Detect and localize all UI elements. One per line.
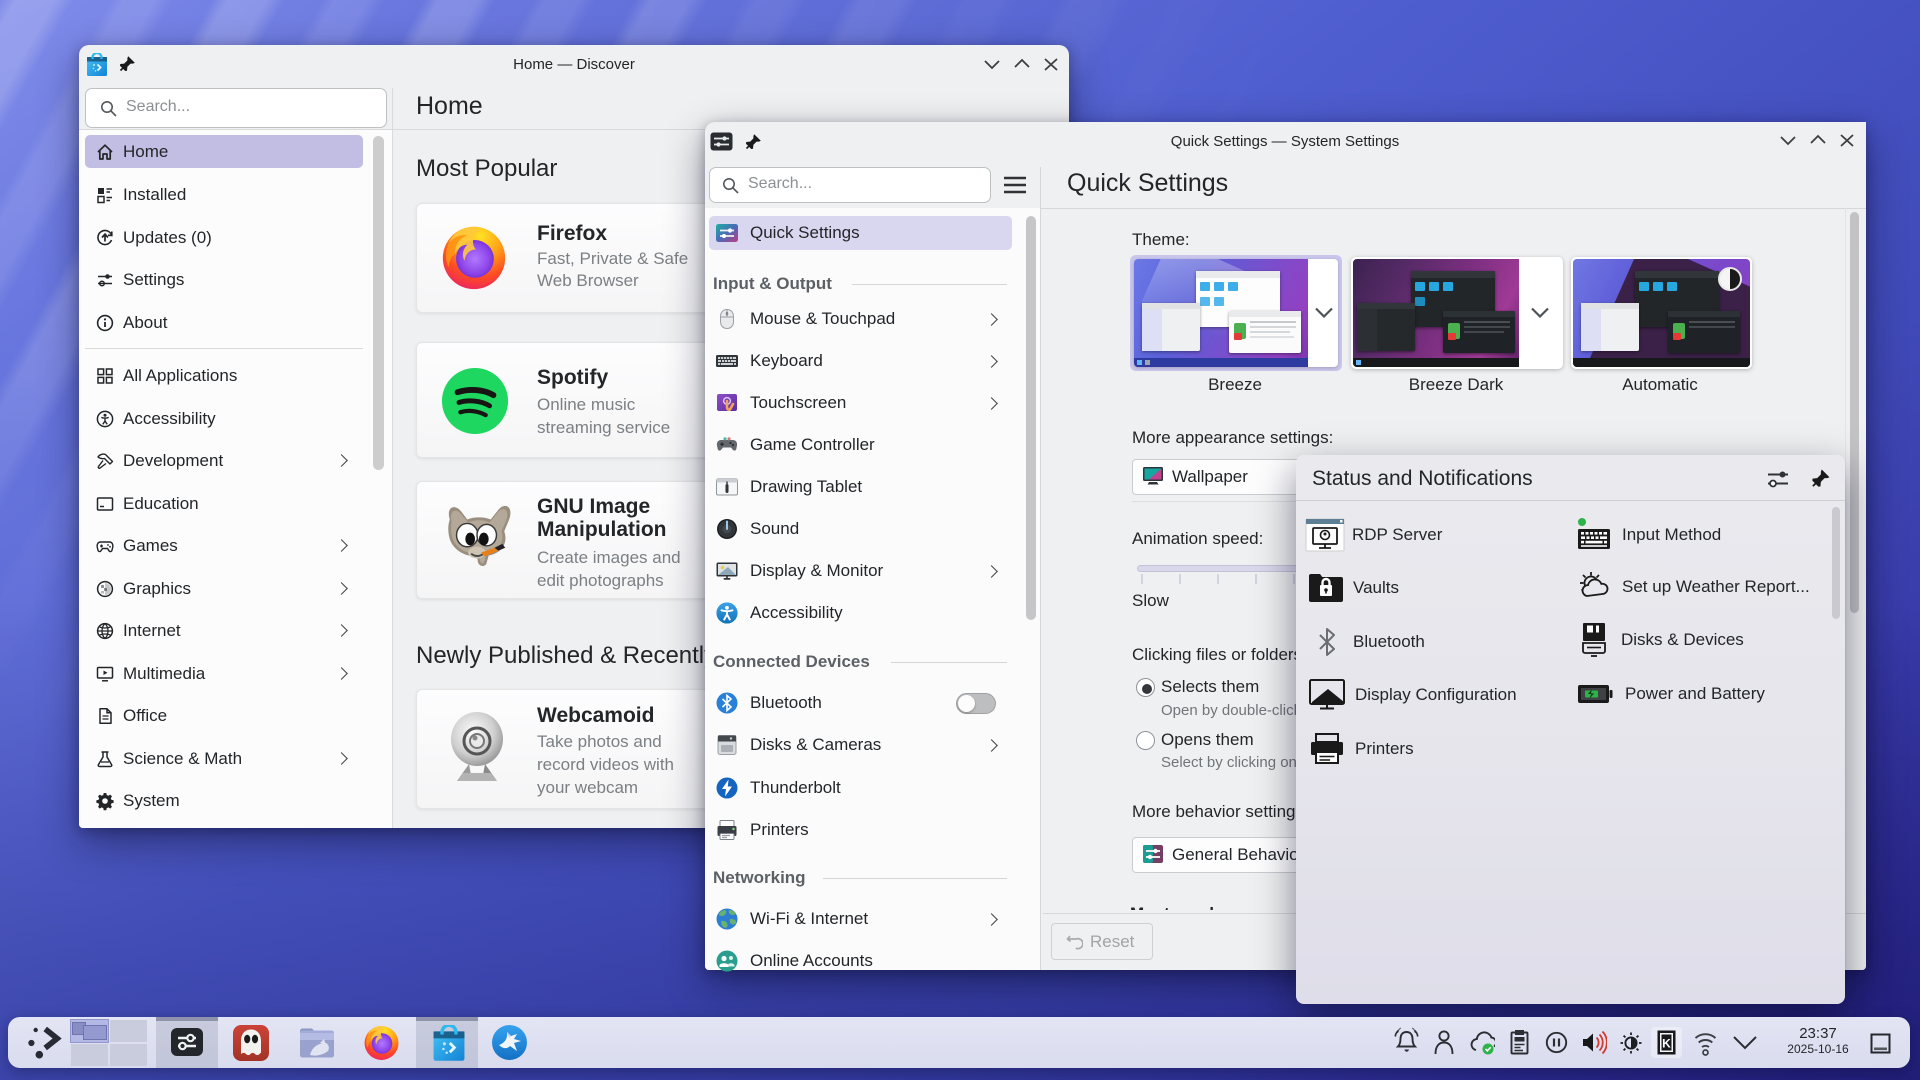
svg-text:K: K	[1662, 1037, 1671, 1051]
